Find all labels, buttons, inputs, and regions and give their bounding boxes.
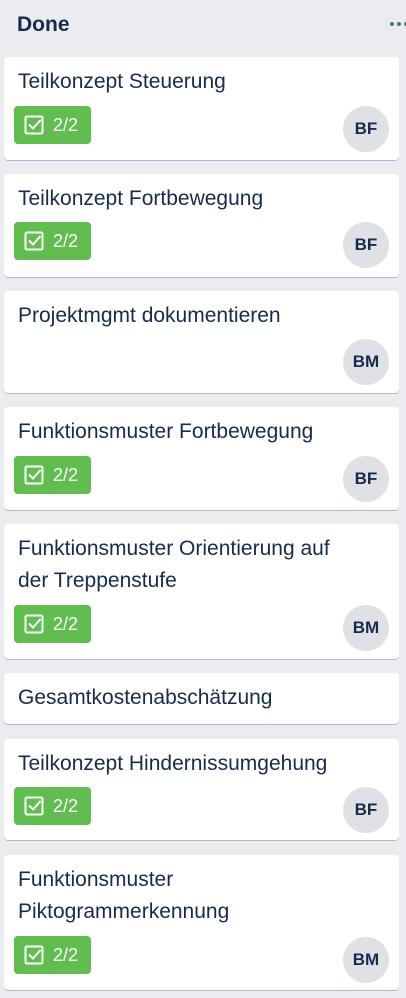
card-title: Teilkonzept Hindernissumgehung — [18, 752, 328, 775]
card-title: Teilkonzept Fortbewegung — [18, 187, 264, 210]
checklist-badge: 2/2 — [14, 605, 91, 643]
card[interactable]: Gesamtkostenabschätzung — [4, 673, 399, 724]
checkbox-icon — [24, 945, 44, 965]
avatar[interactable]: BF — [343, 106, 389, 152]
card[interactable]: Teilkonzept Steuerung 2/2 BF — [4, 57, 399, 160]
checkbox-icon — [24, 796, 44, 816]
checkbox-icon — [24, 614, 44, 634]
list-title[interactable]: Done — [17, 10, 70, 40]
checklist-count: 2/2 — [53, 115, 79, 135]
checklist-count: 2/2 — [53, 796, 79, 816]
checklist-count: 2/2 — [53, 614, 79, 634]
checklist-badge: 2/2 — [14, 222, 91, 260]
list-done: Done Teilkonzept Steuerung 2/2 BF Teilko… — [0, 0, 406, 998]
card[interactable]: Funktionsmuster Orientierung auf der Tre… — [4, 524, 399, 659]
avatar[interactable]: BF — [343, 787, 389, 833]
checkbox-icon — [24, 231, 44, 251]
checklist-badge: 2/2 — [14, 106, 91, 144]
avatar[interactable]: BM — [343, 339, 389, 385]
card[interactable]: Teilkonzept Hindernissumgehung 2/2 BF — [4, 739, 399, 840]
list-menu-button[interactable] — [386, 12, 406, 36]
card-title: Gesamtkostenabschätzung — [18, 686, 273, 709]
card-title: Projektmgmt dokumentieren — [18, 304, 281, 327]
avatar[interactable]: BM — [343, 605, 389, 651]
checklist-count: 2/2 — [53, 465, 79, 485]
card[interactable]: Teilkonzept Fortbewegung 2/2 BF — [4, 174, 399, 277]
card[interactable]: Projektmgmt dokumentieren BM — [4, 291, 399, 393]
card-title: Teilkonzept Steuerung — [18, 70, 226, 93]
card[interactable]: Funktionsmuster Piktogrammerkennung 2/2 … — [4, 855, 399, 990]
checkbox-icon — [24, 465, 44, 485]
avatar[interactable]: BM — [343, 937, 389, 983]
avatar[interactable]: BF — [343, 456, 389, 502]
card-title: Funktionsmuster Orientierung auf der Tre… — [18, 537, 330, 592]
checkbox-icon — [24, 115, 44, 135]
checklist-badge: 2/2 — [14, 456, 91, 494]
checklist-count: 2/2 — [53, 231, 79, 251]
list-header: Done — [0, 0, 406, 50]
checklist-badge: 2/2 — [14, 936, 91, 974]
card-title: Funktionsmuster Piktogrammerkennung — [18, 868, 230, 923]
card-title: Funktionsmuster Fortbewegung — [18, 420, 314, 443]
avatar[interactable]: BF — [343, 222, 389, 268]
checklist-badge: 2/2 — [14, 787, 91, 825]
card[interactable]: Funktionsmuster Fortbewegung 2/2 BF — [4, 407, 399, 510]
checklist-count: 2/2 — [53, 945, 79, 965]
